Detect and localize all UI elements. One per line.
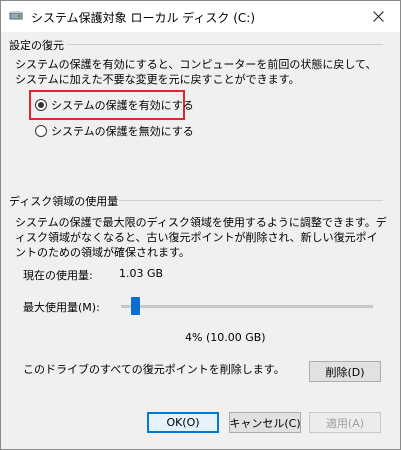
drive-icon [9, 11, 23, 20]
max-usage-slider[interactable] [121, 305, 373, 308]
system-protection-dialog: システム保護対象 ローカル ディスク (C:) 設定の復元 システムの保護を有効… [0, 0, 401, 450]
disk-usage-divider [119, 200, 383, 201]
close-icon [372, 11, 384, 22]
restore-settings-divider [67, 44, 383, 45]
radio-enable[interactable] [35, 99, 47, 111]
radio-disable[interactable] [35, 125, 47, 137]
disable-protection-label: システムの保護を無効にする [51, 125, 194, 138]
max-usage-display: 4% (10.00 GB) [185, 331, 266, 344]
enable-protection-label: システムの保護を有効にする [51, 99, 194, 112]
enable-protection-option[interactable]: システムの保護を有効にする [35, 97, 194, 113]
close-button[interactable] [356, 1, 400, 32]
max-usage-label: 最大使用量(M): [23, 301, 100, 314]
disk-usage-description: システムの保護で最大限のディスク領域を使用するように調整できます。ディスク領域が… [15, 216, 387, 259]
apply-button-label: 適用(A) [325, 416, 365, 430]
cancel-button-label: キャンセル(C) [229, 416, 301, 430]
window-title: システム保護対象 ローカル ディスク (C:) [31, 11, 256, 25]
delete-button[interactable]: 削除(D) [309, 361, 381, 382]
radio-selected-dot [38, 102, 44, 108]
current-usage-value: 1.03 GB [119, 267, 164, 280]
restore-settings-header: 設定の復元 [9, 39, 64, 52]
title-bar: システム保護対象 ローカル ディスク (C:) [1, 1, 400, 32]
current-usage-label: 現在の使用量: [23, 269, 93, 282]
ok-button[interactable]: OK(O) [147, 412, 219, 433]
disk-usage-header: ディスク領域の使用量 [9, 195, 119, 208]
restore-settings-description: システムの保護を有効にすると、コンピューターを前回の状態に戻して、システムに加え… [15, 58, 377, 86]
disable-protection-option[interactable]: システムの保護を無効にする [35, 123, 194, 139]
apply-button[interactable]: 適用(A) [309, 412, 381, 433]
delete-description: このドライブのすべての復元ポイントを削除します。 [23, 363, 285, 376]
cancel-button[interactable]: キャンセル(C) [229, 412, 301, 433]
slider-thumb[interactable] [130, 297, 140, 315]
ok-button-label: OK(O) [166, 416, 200, 429]
delete-button-label: 削除(D) [325, 365, 365, 379]
